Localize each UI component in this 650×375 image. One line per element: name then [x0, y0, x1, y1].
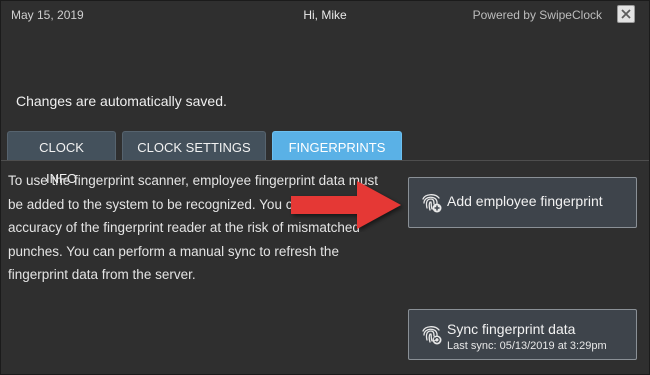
autosave-notice: Changes are automatically saved. — [16, 93, 227, 109]
fingerprint-sync-icon — [422, 326, 442, 345]
tab-divider — [1, 160, 649, 161]
top-bar: May 15, 2019 Hi, Mike Powered by SwipeCl… — [1, 1, 649, 31]
powered-by-text: Powered by SwipeClock — [472, 8, 602, 22]
fingerprint-add-icon — [422, 194, 442, 213]
tab-clock-info[interactable]: CLOCK INFO — [7, 131, 116, 186]
app-screen: May 15, 2019 Hi, Mike Powered by SwipeCl… — [0, 0, 650, 375]
red-arrow-annotation — [291, 181, 401, 229]
add-fingerprint-label: Add employee fingerprint — [447, 193, 603, 209]
close-icon — [621, 9, 631, 19]
close-button[interactable] — [617, 5, 635, 23]
tab-fingerprints[interactable]: FINGERPRINTS — [272, 131, 402, 161]
last-sync-text: Last sync: 05/13/2019 at 3:29pm — [447, 340, 607, 352]
add-employee-fingerprint-button[interactable]: Add employee fingerprint — [408, 177, 637, 228]
sync-fingerprint-label: Sync fingerprint data — [447, 321, 576, 337]
tab-bar: CLOCK INFO CLOCK SETTINGS FINGERPRINTS — [7, 131, 408, 186]
sync-fingerprint-data-button[interactable]: Sync fingerprint data Last sync: 05/13/2… — [408, 309, 637, 360]
tab-clock-settings[interactable]: CLOCK SETTINGS — [122, 131, 266, 161]
